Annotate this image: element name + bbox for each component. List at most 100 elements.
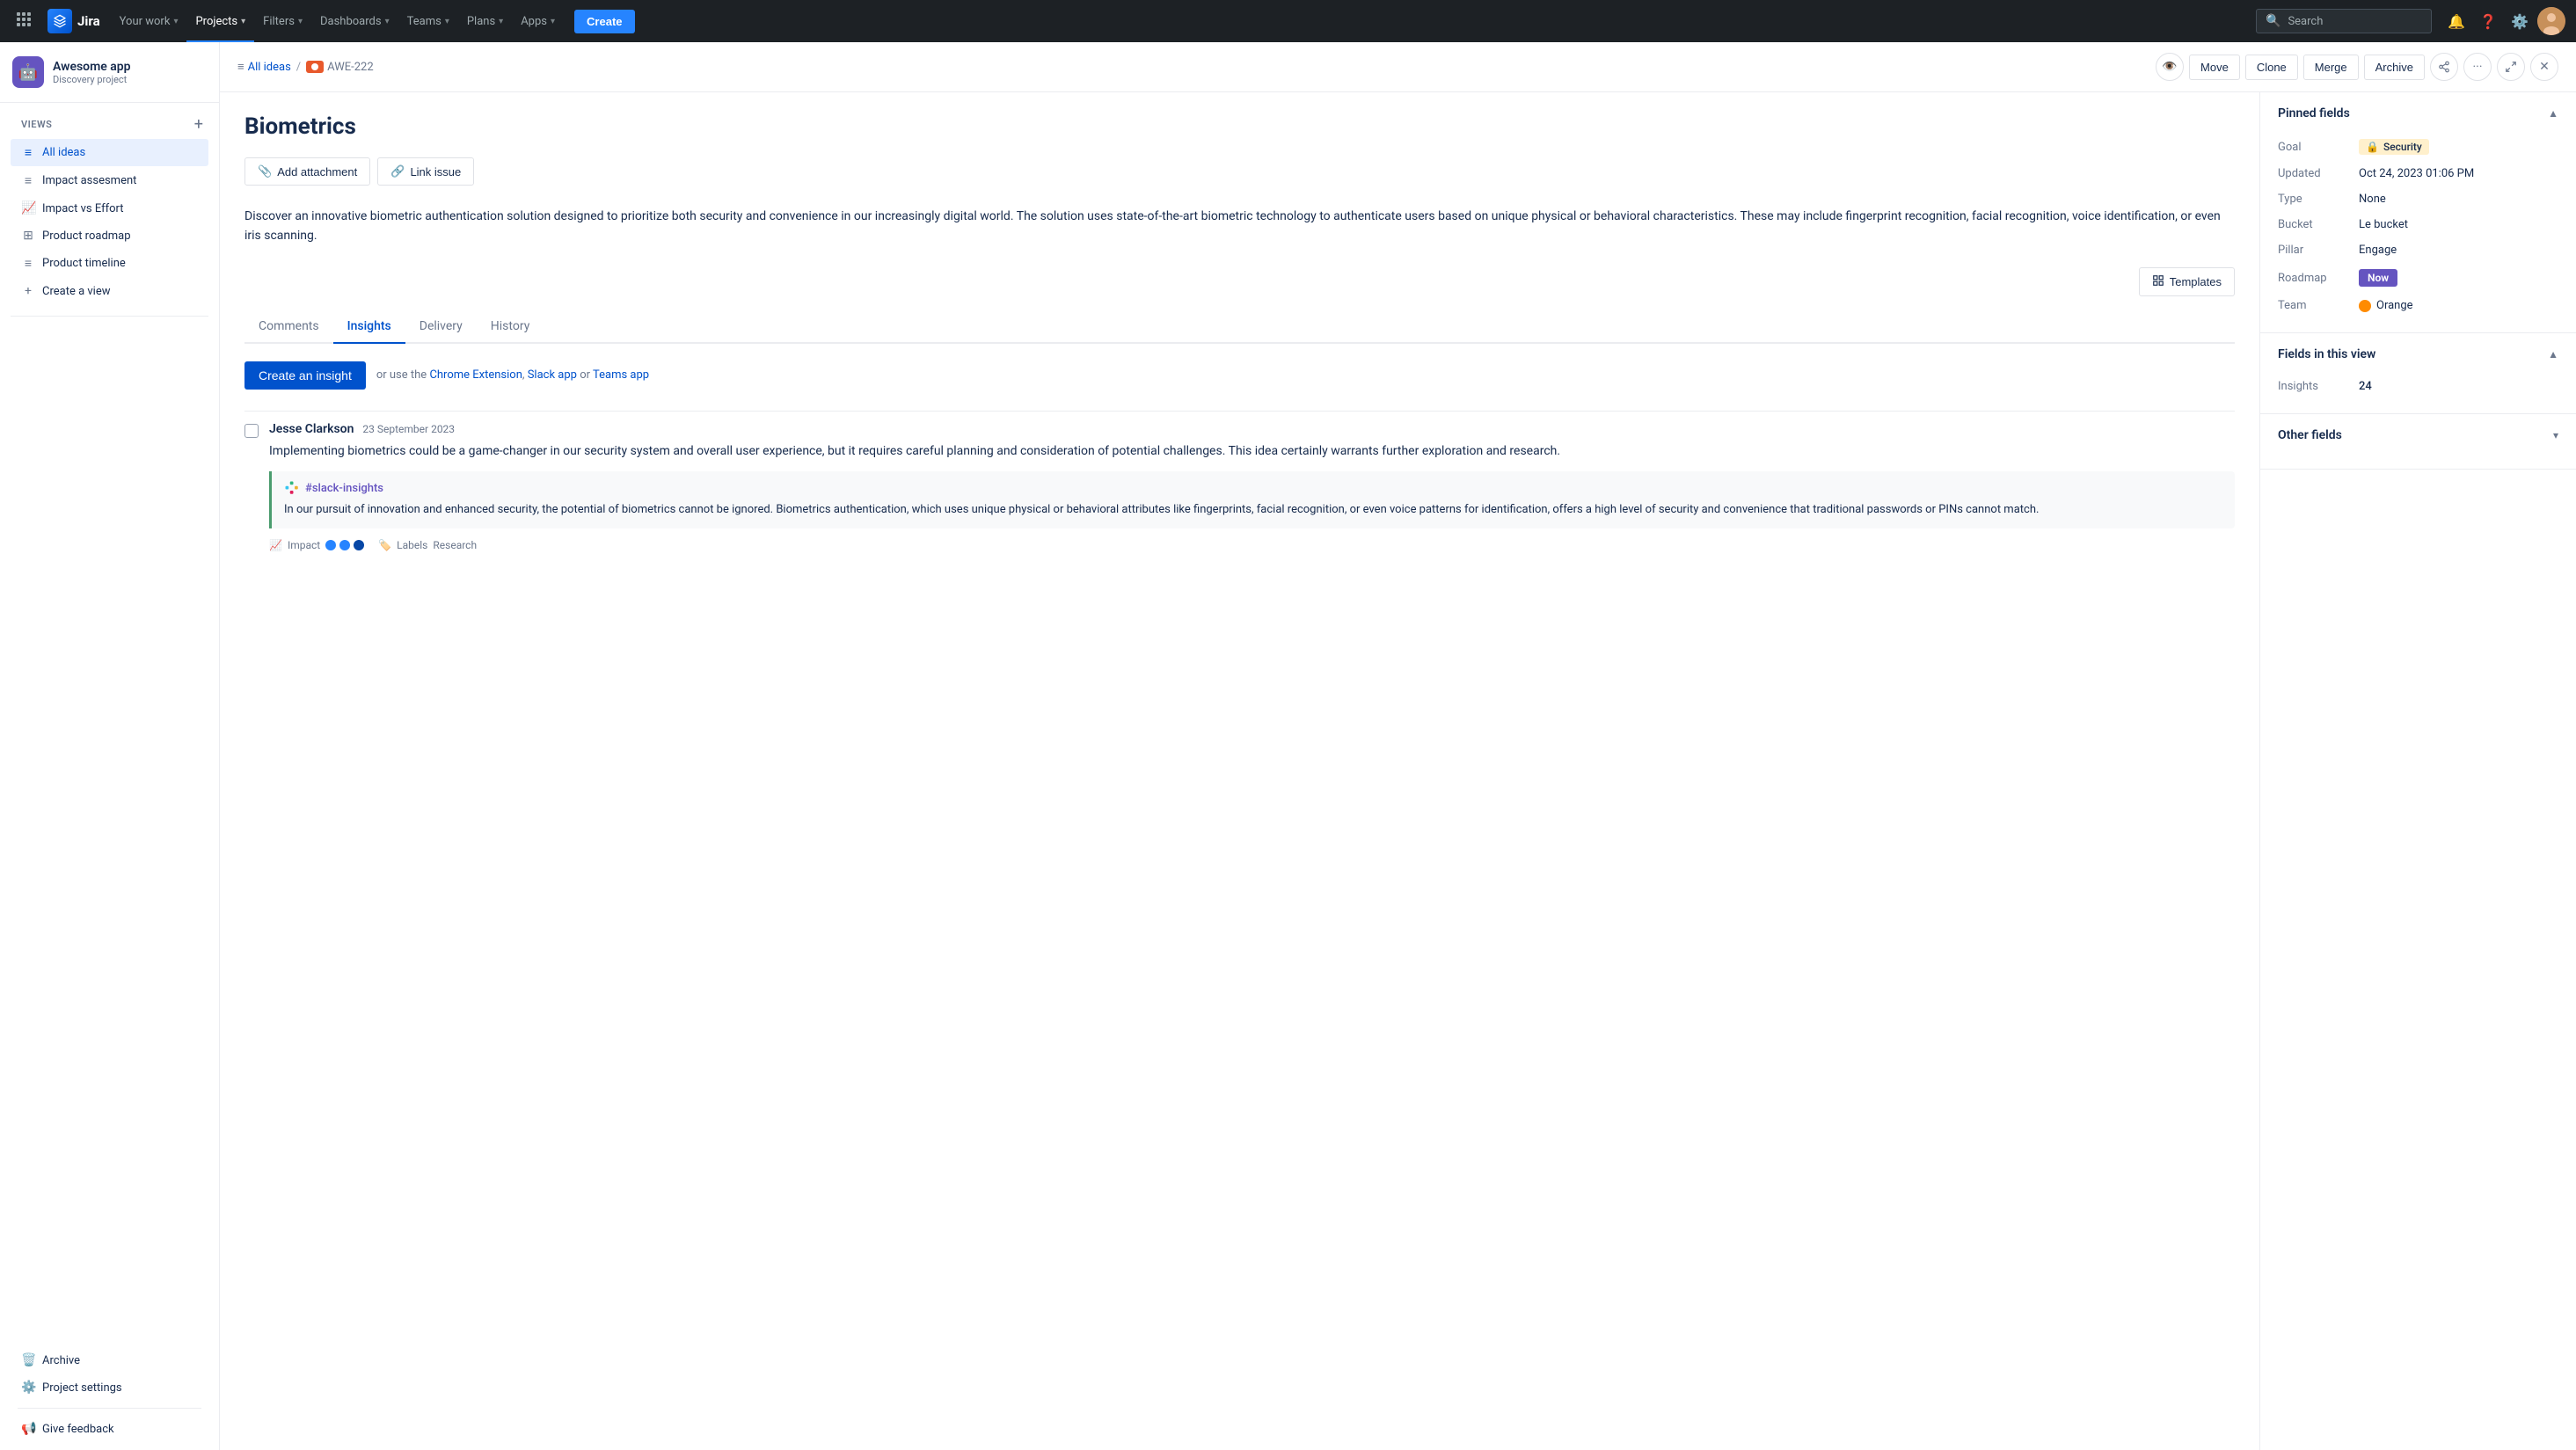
nav-filters[interactable]: Filters ▾ bbox=[254, 0, 311, 42]
insight-links: or use the Chrome Extension, Slack app o… bbox=[376, 368, 649, 382]
tab-insights[interactable]: Insights bbox=[333, 310, 405, 344]
nav-teams[interactable]: Teams ▾ bbox=[398, 0, 458, 42]
comment-checkbox[interactable] bbox=[244, 424, 259, 438]
sidebar-item-give-feedback[interactable]: 📢 Give feedback bbox=[11, 1416, 208, 1442]
apps-grid-icon[interactable] bbox=[11, 6, 37, 37]
move-button[interactable]: Move bbox=[2189, 55, 2240, 80]
sidebar-item-create-view[interactable]: + Create a view bbox=[11, 278, 208, 304]
right-panel: Pinned fields ▲ Goal 🔒 Security bbox=[2259, 92, 2576, 1450]
pillar-value: Engage bbox=[2359, 244, 2397, 257]
research-label: Research bbox=[433, 539, 477, 551]
roadmap-value: Now bbox=[2359, 269, 2397, 287]
chrome-extension-link[interactable]: Chrome Extension bbox=[429, 368, 522, 382]
fields-in-view-section: Fields in this view ▲ Insights 24 bbox=[2260, 333, 2576, 414]
field-row-insights: Insights 24 bbox=[2278, 374, 2558, 399]
nav-apps[interactable]: Apps ▾ bbox=[512, 0, 564, 42]
slack-header: #slack-insights bbox=[284, 480, 2222, 496]
slack-channel-link[interactable]: #slack-insights bbox=[305, 482, 383, 495]
team-label: Team bbox=[2278, 299, 2348, 312]
nav-dashboards[interactable]: Dashboards ▾ bbox=[311, 0, 398, 42]
sidebar-item-product-timeline[interactable]: ≡ Product timeline bbox=[11, 250, 208, 277]
goal-label: Goal bbox=[2278, 141, 2348, 154]
settings-icon[interactable]: ⚙️ bbox=[2506, 7, 2534, 35]
tab-delivery[interactable]: Delivery bbox=[405, 310, 477, 344]
feedback-icon: 📢 bbox=[21, 1422, 35, 1436]
archive-button[interactable]: Archive bbox=[2364, 55, 2425, 80]
sidebar-item-all-ideas[interactable]: ≡ All ideas bbox=[11, 139, 208, 166]
sidebar-item-label: Give feedback bbox=[42, 1423, 114, 1436]
nav-your-work[interactable]: Your work ▾ bbox=[111, 0, 187, 42]
pinned-fields-header[interactable]: Pinned fields ▲ bbox=[2278, 106, 2558, 120]
sidebar-item-impact-effort[interactable]: 📈 Impact vs Effort bbox=[11, 195, 208, 222]
impact-dots bbox=[325, 540, 364, 550]
archive-icon: 🗑️ bbox=[21, 1353, 35, 1367]
sidebar-item-label: All ideas bbox=[42, 146, 85, 159]
jira-logo-text: Jira bbox=[77, 13, 100, 29]
close-button[interactable]: ✕ bbox=[2530, 53, 2558, 81]
sidebar-item-project-settings[interactable]: ⚙️ Project settings bbox=[11, 1374, 208, 1401]
sidebar-item-archive[interactable]: 🗑️ Archive bbox=[11, 1347, 208, 1373]
article-body-area: Discover an innovative biometric authent… bbox=[244, 207, 2235, 310]
sidebar-item-product-roadmap[interactable]: ⊞ Product roadmap bbox=[11, 222, 208, 249]
roadmap-label: Roadmap bbox=[2278, 272, 2348, 285]
merge-button[interactable]: Merge bbox=[2303, 55, 2359, 80]
other-fields-header[interactable]: Other fields ▾ bbox=[2278, 428, 2558, 442]
teams-app-link[interactable]: Teams app bbox=[593, 368, 649, 382]
content-split: Biometrics 📎 Add attachment 🔗 Link issue… bbox=[220, 92, 2576, 1450]
top-nav-items: Your work ▾ Projects ▾ Filters ▾ Dashboa… bbox=[111, 0, 564, 42]
chevron-down-icon: ▾ bbox=[173, 17, 178, 26]
breadcrumb-all-ideas-link[interactable]: All ideas bbox=[248, 61, 291, 74]
sidebar-bottom: 🗑️ Archive ⚙️ Project settings 📢 Give fe… bbox=[0, 1339, 219, 1450]
comment-meta: 📈 Impact 🏷️ Labels bbox=[269, 539, 2235, 551]
notifications-icon[interactable]: 🔔 bbox=[2442, 7, 2470, 35]
impact-meta: 📈 Impact bbox=[269, 539, 364, 551]
roadmap-badge[interactable]: Now bbox=[2359, 269, 2397, 287]
create-button[interactable]: Create bbox=[574, 10, 634, 33]
team-badge[interactable]: Orange bbox=[2359, 299, 2413, 312]
clone-button[interactable]: Clone bbox=[2245, 55, 2298, 80]
expand-button[interactable] bbox=[2497, 53, 2525, 81]
watch-button[interactable]: 👁️ bbox=[2156, 53, 2184, 81]
help-icon[interactable]: ❓ bbox=[2474, 7, 2502, 35]
more-button[interactable]: ··· bbox=[2463, 53, 2492, 81]
bucket-value: Le bucket bbox=[2359, 218, 2408, 231]
share-button[interactable] bbox=[2430, 53, 2458, 81]
fields-in-view-header[interactable]: Fields in this view ▲ bbox=[2278, 347, 2558, 361]
slack-app-link[interactable]: Slack app bbox=[528, 368, 577, 382]
add-view-button[interactable]: + bbox=[193, 113, 205, 135]
main-panel: ≡ All ideas / AWE-222 👁️ Move Clone Merg… bbox=[220, 42, 2576, 1450]
field-row-bucket: Bucket Le bucket bbox=[2278, 212, 2558, 237]
project-type: Discovery project bbox=[53, 74, 131, 85]
breadcrumb-actions: 👁️ Move Clone Merge Archive ··· ✕ bbox=[2156, 53, 2558, 81]
goal-value: 🔒 Security bbox=[2359, 139, 2429, 155]
jira-logo-icon bbox=[47, 9, 72, 33]
search-bar[interactable]: 🔍 Search bbox=[2256, 9, 2432, 33]
link-icon: 🔗 bbox=[390, 164, 405, 179]
avatar[interactable] bbox=[2537, 7, 2565, 35]
goal-badge[interactable]: 🔒 Security bbox=[2359, 139, 2429, 155]
tab-comments[interactable]: Comments bbox=[244, 310, 333, 344]
tab-history[interactable]: History bbox=[477, 310, 544, 344]
nav-projects[interactable]: Projects ▾ bbox=[186, 0, 254, 42]
list-icon: ≡ bbox=[21, 256, 35, 271]
sidebar-item-impact-assesment[interactable]: ≡ Impact assesment bbox=[11, 167, 208, 194]
pillar-label: Pillar bbox=[2278, 244, 2348, 257]
add-attachment-button[interactable]: 📎 Add attachment bbox=[244, 157, 370, 186]
link-issue-button[interactable]: 🔗 Link issue bbox=[377, 157, 474, 186]
article: Biometrics 📎 Add attachment 🔗 Link issue… bbox=[220, 92, 2259, 1450]
create-insight-button[interactable]: Create an insight bbox=[244, 361, 366, 390]
slack-text: In our pursuit of innovation and enhance… bbox=[284, 501, 2222, 520]
breadcrumb-separator: / bbox=[296, 61, 301, 74]
sidebar-item-label: Product roadmap bbox=[42, 230, 131, 243]
field-row-roadmap: Roadmap Now bbox=[2278, 263, 2558, 293]
search-icon: 🔍 bbox=[2266, 14, 2280, 28]
article-body: Discover an innovative biometric authent… bbox=[244, 207, 2235, 246]
settings-icon: ⚙️ bbox=[21, 1381, 35, 1395]
sidebar: 🤖 Awesome app Discovery project VIEWS + … bbox=[0, 42, 220, 1450]
nav-plans[interactable]: Plans ▾ bbox=[458, 0, 512, 42]
updated-value: Oct 24, 2023 01:06 PM bbox=[2359, 167, 2474, 180]
sidebar-project[interactable]: 🤖 Awesome app Discovery project bbox=[0, 42, 219, 103]
jira-logo[interactable]: Jira bbox=[40, 5, 107, 37]
templates-button[interactable]: Templates bbox=[2139, 267, 2235, 296]
breadcrumb-all-ideas: ≡ All ideas bbox=[237, 60, 291, 74]
